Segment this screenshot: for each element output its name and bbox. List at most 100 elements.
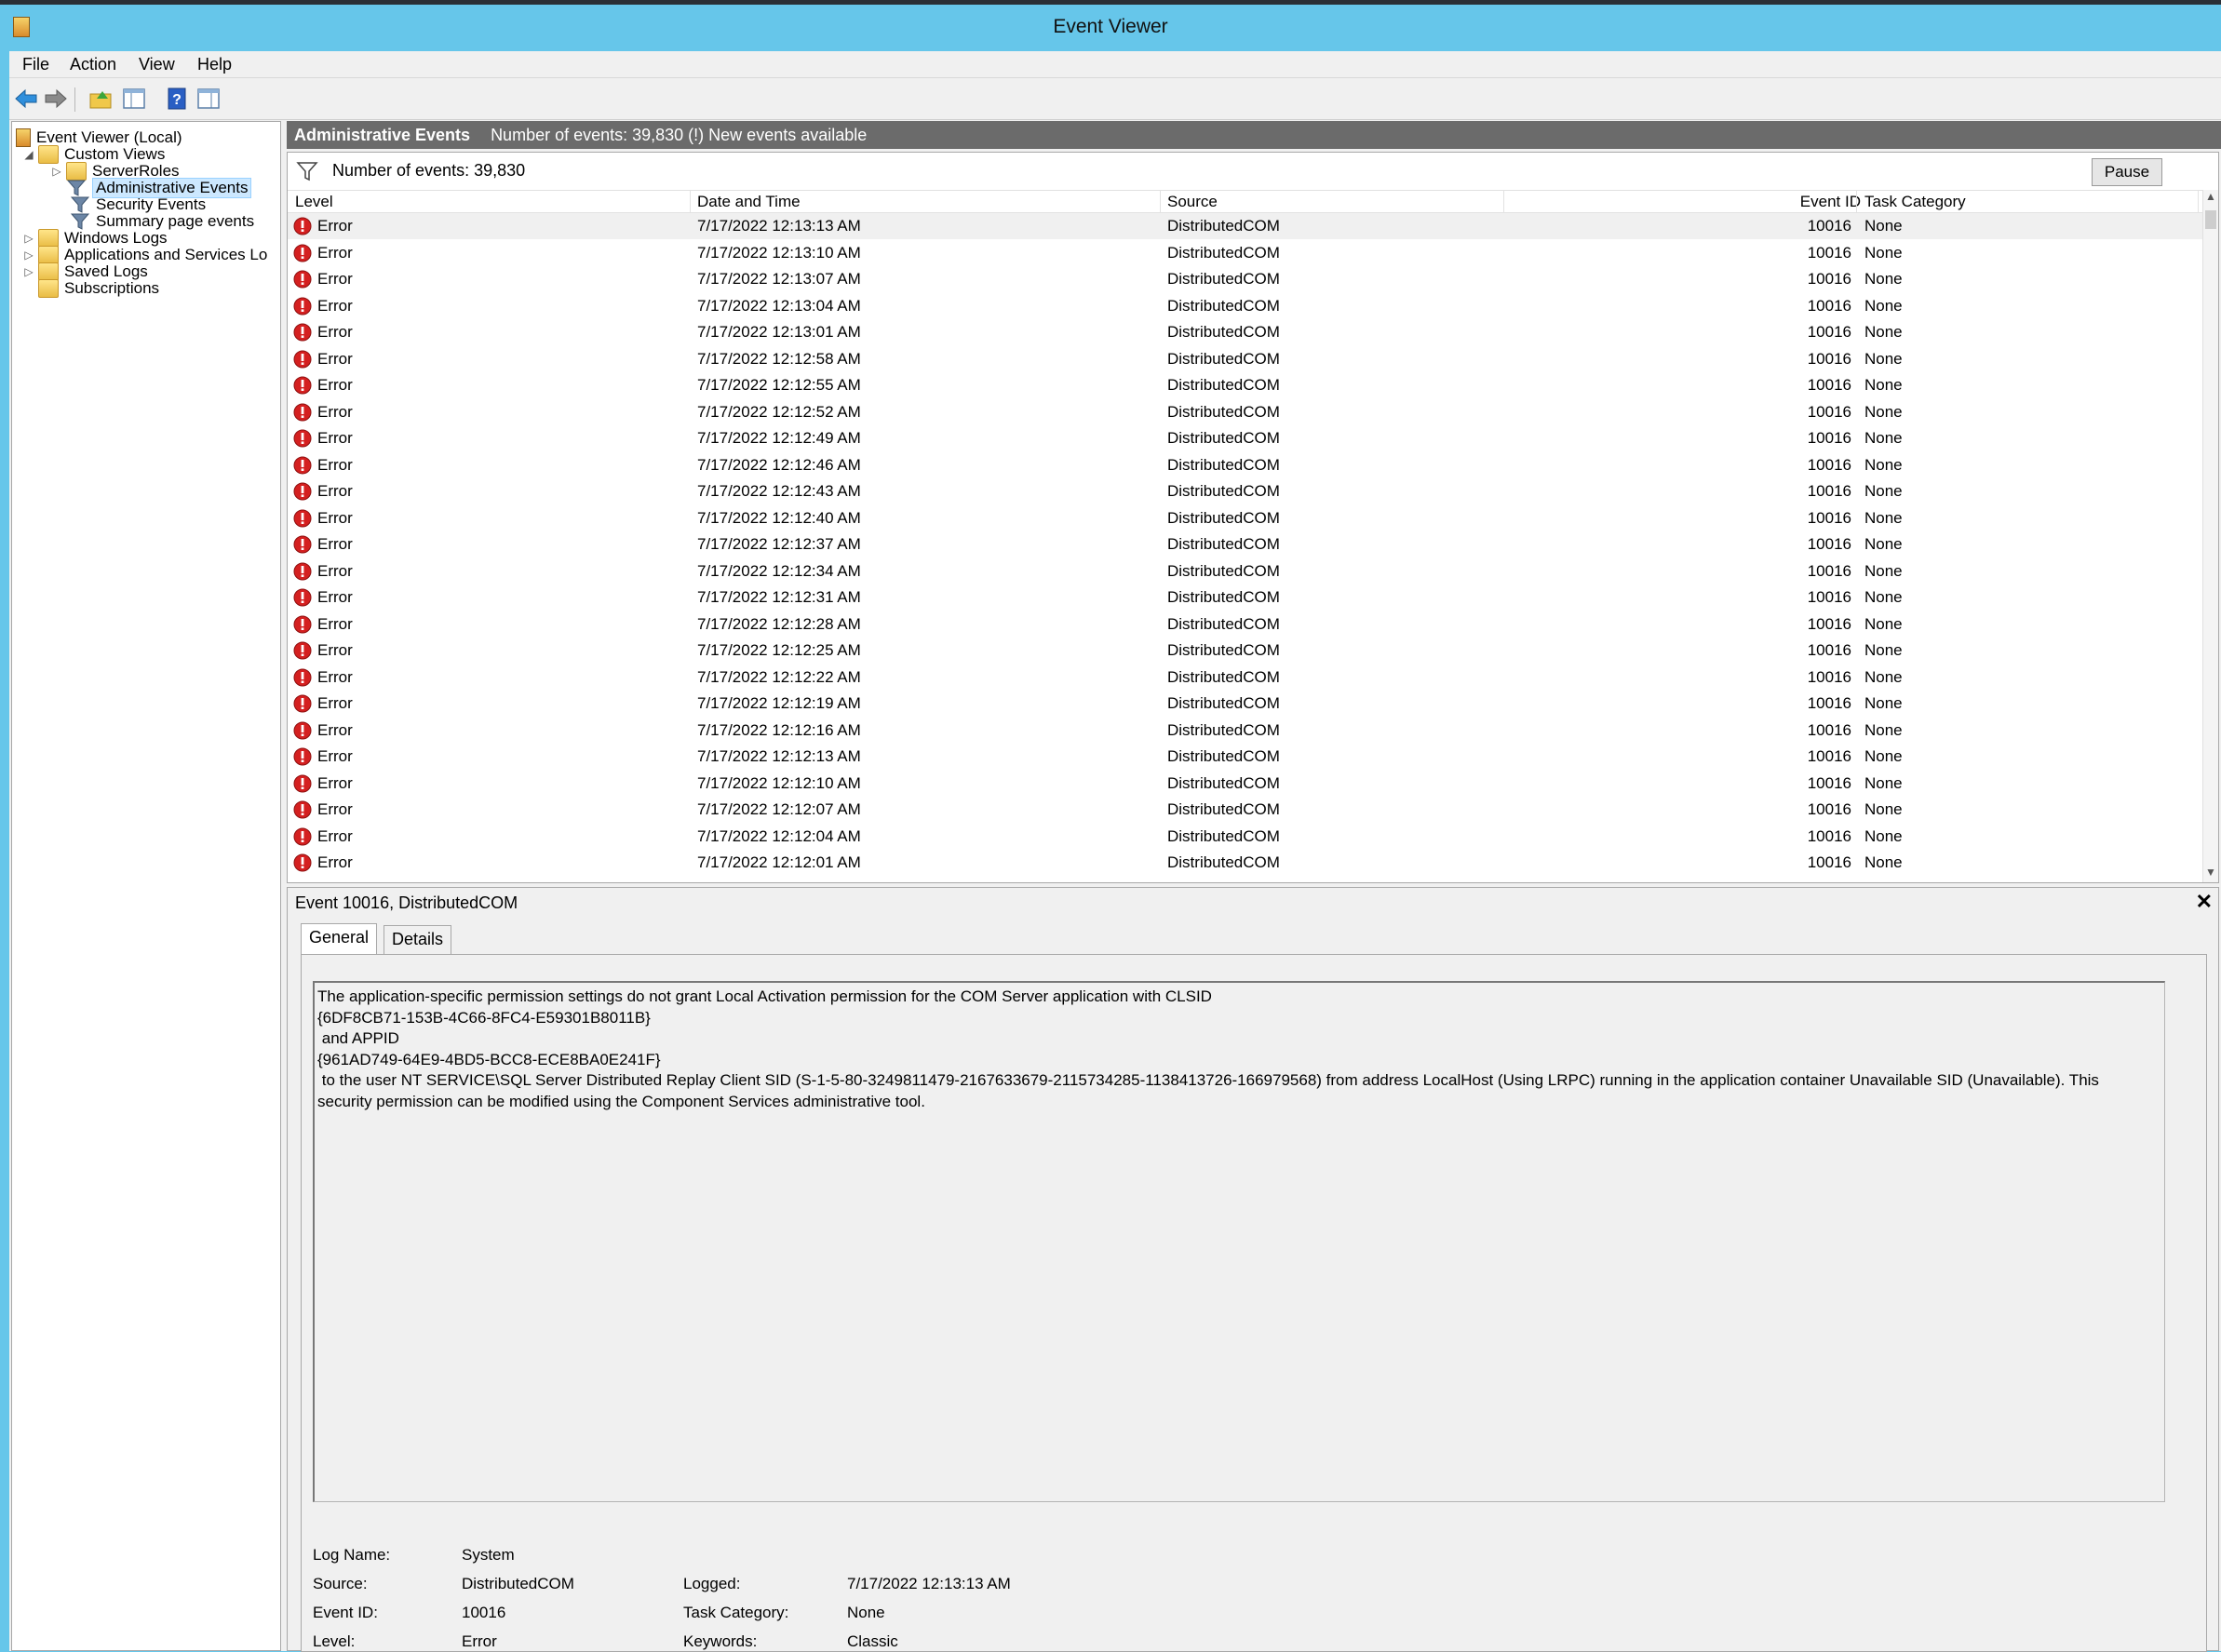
navigation-tree: Event Viewer (Local) ◢ Custom Views ▷ Se… (11, 121, 281, 1651)
cell-level: Error (317, 402, 353, 421)
expand-arrow-icon[interactable]: ▷ (51, 165, 62, 178)
column-date-time[interactable]: Date and Time (697, 193, 801, 211)
tab-details[interactable]: Details (384, 925, 452, 955)
table-row[interactable]: Error 7/17/2022 12:13:13 AM DistributedCOM… (288, 213, 2205, 239)
cell-event-id: 10016 (1807, 243, 1851, 262)
table-row[interactable]: Error 7/17/2022 12:12:25 AM DistributedCOM… (288, 638, 2205, 664)
table-row[interactable]: Error 7/17/2022 12:12:22 AM DistributedCOM… (288, 665, 2205, 691)
cell-source: DistributedCOM (1167, 508, 1280, 527)
task-category-value: None (847, 1604, 885, 1621)
column-divider[interactable] (1503, 190, 1504, 212)
column-source[interactable]: Source (1167, 193, 1218, 211)
table-row[interactable]: Error 7/17/2022 12:12:04 AM DistributedCOM… (288, 824, 2205, 850)
error-icon (293, 297, 312, 315)
back-icon[interactable] (13, 86, 39, 112)
scroll-down-icon[interactable]: ▼ (2203, 866, 2218, 882)
table-row[interactable]: Error 7/17/2022 12:13:04 AM DistributedCOM… (288, 293, 2205, 319)
scroll-up-icon[interactable]: ▲ (2203, 190, 2218, 207)
table-row[interactable]: Error 7/17/2022 12:12:40 AM DistributedCOM… (288, 505, 2205, 531)
menu-file[interactable]: File (22, 55, 49, 74)
error-icon (293, 694, 312, 713)
table-row[interactable]: Error 7/17/2022 12:12:31 AM DistributedCOM… (288, 584, 2205, 611)
cell-source: DistributedCOM (1167, 641, 1280, 659)
error-icon (293, 509, 312, 527)
column-event-id[interactable]: Event ID (1786, 193, 1861, 211)
cell-level: Error (317, 667, 353, 686)
error-icon (293, 350, 312, 368)
cell-level: Error (317, 588, 353, 606)
cell-source: DistributedCOM (1167, 826, 1280, 845)
table-row[interactable]: Error 7/17/2022 12:12:10 AM DistributedCOM… (288, 771, 2205, 797)
filter-icon (296, 162, 318, 181)
tree-item-subscriptions[interactable]: Subscriptions (38, 276, 159, 301)
table-row[interactable]: Error 7/17/2022 12:12:43 AM DistributedCOM… (288, 478, 2205, 504)
show-hide-action-pane-icon[interactable] (195, 86, 222, 112)
table-row[interactable]: Error 7/17/2022 12:12:01 AM DistributedCOM… (288, 850, 2205, 876)
error-icon (293, 774, 312, 792)
table-row[interactable]: Error 7/17/2022 12:12:49 AM DistributedCOM… (288, 425, 2205, 451)
cell-source: DistributedCOM (1167, 800, 1280, 818)
cell-event-id: 10016 (1807, 323, 1851, 341)
collapse-arrow-icon[interactable]: ◢ (23, 148, 34, 161)
event-id-label: Event ID: (313, 1604, 378, 1621)
column-divider[interactable] (1160, 190, 1161, 212)
table-row[interactable]: Error 7/17/2022 12:12:37 AM DistributedCOM… (288, 531, 2205, 557)
menu-view[interactable]: View (139, 55, 175, 74)
table-row[interactable]: Error 7/17/2022 12:13:01 AM DistributedCOM… (288, 319, 2205, 345)
cell-level: Error (317, 217, 353, 235)
column-task-category[interactable]: Task Category (1864, 193, 1966, 211)
scrollbar-thumb[interactable] (2205, 210, 2216, 229)
column-divider[interactable] (1856, 190, 1857, 212)
cell-task-category: None (1864, 641, 1903, 659)
cell-level: Error (317, 429, 353, 447)
cell-event-id: 10016 (1807, 561, 1851, 580)
cell-date-time: 7/17/2022 12:12:13 AM (697, 747, 861, 765)
pause-button[interactable]: Pause (2092, 158, 2162, 186)
event-id-value: 10016 (462, 1604, 506, 1621)
cell-date-time: 7/17/2022 12:12:49 AM (697, 429, 861, 447)
show-hide-tree-icon[interactable] (121, 86, 147, 112)
cell-event-id: 10016 (1807, 773, 1851, 792)
table-row[interactable]: Error 7/17/2022 12:12:55 AM DistributedCOM… (288, 372, 2205, 398)
menu-action[interactable]: Action (70, 55, 116, 74)
forward-icon[interactable] (43, 86, 69, 112)
expand-arrow-icon[interactable]: ▷ (23, 265, 34, 278)
cell-event-id: 10016 (1807, 747, 1851, 765)
cell-date-time: 7/17/2022 12:12:28 AM (697, 614, 861, 633)
column-level[interactable]: Level (295, 193, 333, 211)
cell-task-category: None (1864, 853, 1903, 871)
table-row[interactable]: Error 7/17/2022 12:12:52 AM DistributedCOM… (288, 399, 2205, 425)
table-row[interactable]: Error 7/17/2022 12:12:13 AM DistributedCOM… (288, 744, 2205, 770)
cell-source: DistributedCOM (1167, 482, 1280, 500)
event-count: Number of events: 39,830 (332, 161, 526, 180)
log-name-label: Log Name: (313, 1546, 391, 1564)
table-row[interactable]: Error 7/17/2022 12:12:16 AM DistributedCOM… (288, 718, 2205, 744)
cell-task-category: None (1864, 429, 1903, 447)
table-row[interactable]: Error 7/17/2022 12:12:46 AM DistributedCOM… (288, 452, 2205, 478)
tab-general[interactable]: General (301, 923, 378, 955)
table-row[interactable]: Error 7/17/2022 12:13:10 AM DistributedCOM… (288, 240, 2205, 266)
description-line: The application-specific permission sett… (317, 987, 1212, 1005)
table-row[interactable]: Error 7/17/2022 12:12:28 AM DistributedCOM… (288, 611, 2205, 638)
cell-source: DistributedCOM (1167, 270, 1280, 288)
cell-level: Error (317, 641, 353, 659)
menu-help[interactable]: Help (197, 55, 232, 74)
table-row[interactable]: Error 7/17/2022 12:12:19 AM DistributedCOM… (288, 691, 2205, 717)
cell-date-time: 7/17/2022 12:12:07 AM (697, 800, 861, 818)
help-icon[interactable]: ? (164, 86, 190, 112)
event-list-scrollbar[interactable]: ▲ ▼ (2202, 190, 2218, 882)
table-row[interactable]: Error 7/17/2022 12:12:58 AM DistributedCOM… (288, 346, 2205, 372)
cell-event-id: 10016 (1807, 694, 1851, 712)
cell-level: Error (317, 800, 353, 818)
cell-date-time: 7/17/2022 12:12:10 AM (697, 773, 861, 792)
error-icon (293, 270, 312, 289)
column-divider[interactable] (2198, 190, 2199, 212)
event-description[interactable]: The application-specific permission sett… (313, 981, 2165, 1502)
cell-date-time: 7/17/2022 12:13:13 AM (697, 217, 861, 235)
table-row[interactable]: Error 7/17/2022 12:12:34 AM DistributedCOM… (288, 558, 2205, 584)
close-icon[interactable]: ✕ (2196, 890, 2213, 914)
up-folder-icon[interactable] (87, 86, 114, 112)
column-divider[interactable] (690, 190, 691, 212)
table-row[interactable]: Error 7/17/2022 12:13:07 AM DistributedCOM… (288, 266, 2205, 292)
table-row[interactable]: Error 7/17/2022 12:12:07 AM DistributedCOM… (288, 797, 2205, 823)
